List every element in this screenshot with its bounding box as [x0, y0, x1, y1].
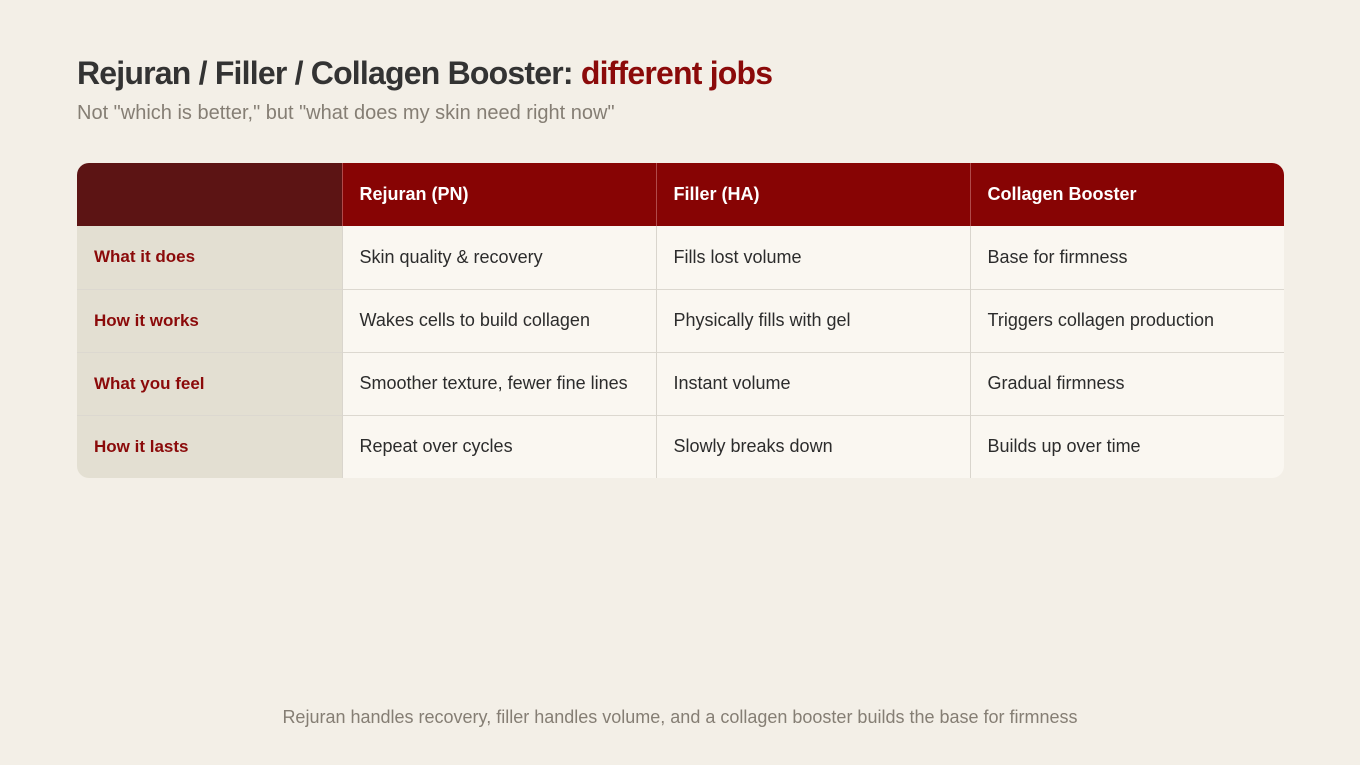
page-subtitle: Not "which is better," but "what does my…	[77, 102, 615, 124]
row-label-what-you-feel: What you feel	[77, 351, 342, 415]
page-title-main: Rejuran / Filler / Collagen Booster:	[77, 55, 581, 91]
table-cell: Gradual firmness	[969, 351, 1284, 415]
table-row: What it does Skin quality & recovery Fil…	[77, 226, 1284, 289]
table-row: How it works Wakes cells to build collag…	[77, 288, 1284, 352]
table-row: What you feel Smoother texture, fewer fi…	[77, 351, 1284, 415]
table-cell: Base for firmness	[969, 226, 1284, 289]
table-cell: Wakes cells to build collagen	[341, 288, 656, 352]
table-cell: Physically fills with gel	[655, 288, 970, 352]
table-header-rejuran: Rejuran (PN)	[341, 163, 656, 226]
row-label-how-it-works: How it works	[77, 288, 342, 352]
comparison-table-container: Rejuran (PN) Filler (HA) Collagen Booste…	[77, 163, 1284, 478]
page-title-accent: different jobs	[580, 55, 773, 91]
table-cell: Triggers collagen production	[969, 288, 1284, 352]
footer-summary: Rejuran handles recovery, filler handles…	[282, 707, 1078, 727]
table-cell: Fills lost volume	[655, 226, 970, 289]
table-header-corner	[77, 163, 342, 226]
row-label-what-it-does: What it does	[77, 226, 342, 289]
table-cell: Smoother texture, fewer fine lines	[341, 351, 656, 415]
table-cell: Skin quality & recovery	[341, 226, 656, 289]
table-cell: Builds up over time	[969, 414, 1284, 478]
table-cell: Instant volume	[655, 351, 970, 415]
table-header-filler: Filler (HA)	[655, 163, 970, 226]
table-cell: Repeat over cycles	[341, 414, 656, 478]
table-row: How it lasts Repeat over cycles Slowly b…	[77, 414, 1284, 478]
table-header-collagen-booster: Collagen Booster	[969, 163, 1284, 226]
table-header-row: Rejuran (PN) Filler (HA) Collagen Booste…	[77, 163, 1284, 226]
comparison-table: Rejuran (PN) Filler (HA) Collagen Booste…	[77, 163, 1284, 478]
page-title: Rejuran / Filler / Collagen Booster: dif…	[77, 55, 773, 92]
row-label-how-it-lasts: How it lasts	[77, 414, 342, 478]
table-cell: Slowly breaks down	[655, 414, 970, 478]
